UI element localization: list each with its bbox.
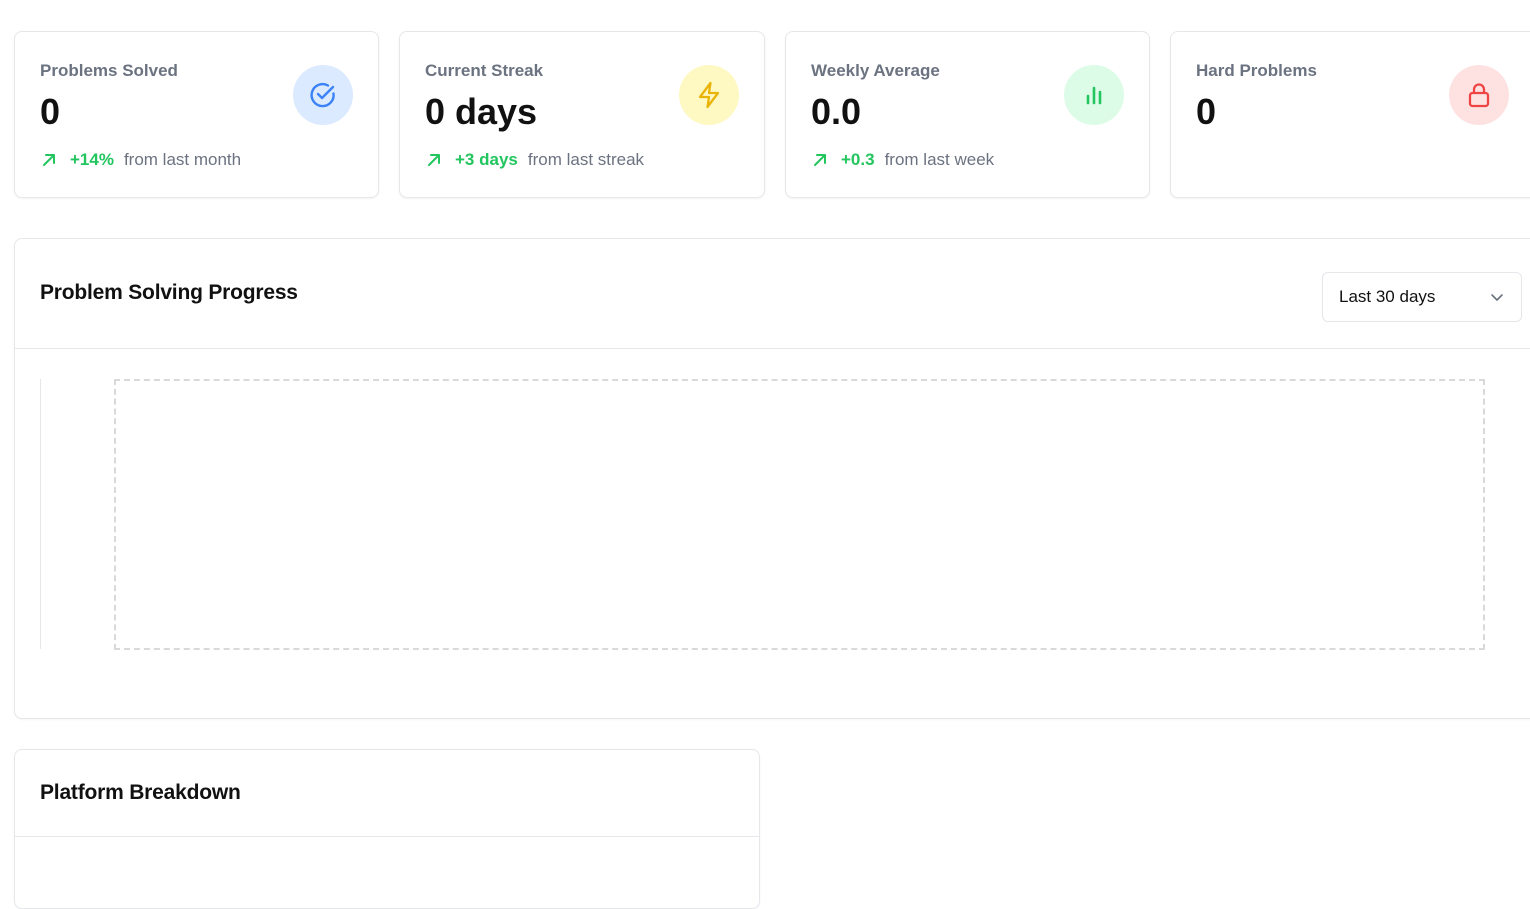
date-range-value: Last 30 days xyxy=(1339,287,1436,306)
change-value: +14% xyxy=(70,150,114,169)
panel-divider xyxy=(15,348,1530,349)
progress-panel-title: Problem Solving Progress xyxy=(40,281,298,304)
stat-card-current-streak: Current Streak 0 days +3 days from last … xyxy=(399,31,765,198)
panel-divider xyxy=(15,836,759,837)
trend-up-arrow-icon xyxy=(811,151,829,169)
change-text: from last streak xyxy=(527,150,645,169)
stat-label: Weekly Average xyxy=(811,61,940,80)
stat-label: Problems Solved xyxy=(40,61,178,80)
stat-change: +3 days from last streak xyxy=(425,150,644,170)
lightning-icon xyxy=(679,65,739,125)
stat-change: +0.3 from last week xyxy=(811,150,994,170)
stat-change: +14% from last month xyxy=(40,150,241,170)
change-value: +3 days xyxy=(455,150,518,169)
platform-panel-title: Platform Breakdown xyxy=(40,781,241,804)
check-circle-icon xyxy=(293,65,353,125)
progress-panel: Problem Solving Progress Last 30 days xyxy=(14,238,1530,719)
change-text: from last week xyxy=(884,150,995,169)
trend-up-arrow-icon xyxy=(40,151,58,169)
chart-plot-area xyxy=(114,379,1485,650)
chart-y-axis xyxy=(40,379,41,649)
change-value: +0.3 xyxy=(841,150,875,169)
stat-label: Hard Problems xyxy=(1196,61,1317,80)
stat-value: 0 days xyxy=(425,91,538,132)
change-text: from last month xyxy=(123,150,242,169)
stat-label: Current Streak xyxy=(425,61,544,80)
lock-icon xyxy=(1449,65,1509,125)
date-range-select[interactable]: Last 30 days xyxy=(1322,272,1522,322)
stat-card-problems-solved: Problems Solved 0 +14% from last month xyxy=(14,31,379,198)
stat-card-weekly-average: Weekly Average 0.0 +0.3 from last week xyxy=(785,31,1150,198)
platform-breakdown-panel: Platform Breakdown xyxy=(14,749,760,909)
stat-value: 0 xyxy=(1196,91,1217,132)
bar-chart-icon xyxy=(1064,65,1124,125)
stat-value: 0 xyxy=(40,91,61,132)
chevron-down-icon xyxy=(1489,289,1505,305)
stat-card-hard-problems: Hard Problems 0 xyxy=(1170,31,1530,198)
stat-value: 0.0 xyxy=(811,91,862,132)
trend-up-arrow-icon xyxy=(425,151,443,169)
